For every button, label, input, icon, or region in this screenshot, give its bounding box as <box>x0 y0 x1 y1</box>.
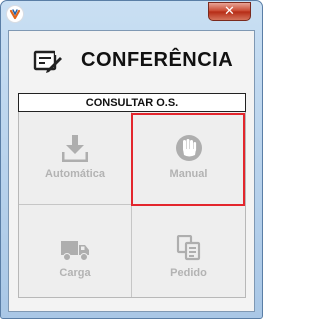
automatica-label: Automática <box>45 168 105 180</box>
close-button[interactable]: ✕ <box>208 2 251 21</box>
options-grid: Automática Manual Carga Pedido <box>18 112 246 298</box>
pedido-label: Pedido <box>170 267 207 279</box>
close-icon: ✕ <box>224 4 235 19</box>
pedido-button[interactable]: Pedido <box>132 205 245 297</box>
carga-button[interactable]: Carga <box>19 205 132 297</box>
header: CONFERÊNCIA <box>9 31 254 93</box>
form-edit-icon <box>33 48 63 78</box>
documents-icon <box>176 234 202 266</box>
truck-icon <box>60 240 90 267</box>
page-title: CONFERÊNCIA <box>81 49 234 71</box>
title-bar[interactable]: ✕ <box>1 1 262 29</box>
automatica-button[interactable]: Automática <box>19 112 132 205</box>
manual-button[interactable]: Manual <box>132 112 245 205</box>
carga-label: Carga <box>59 267 91 279</box>
app-logo-icon <box>7 6 23 22</box>
dialog-body: CONFERÊNCIA CONSULTAR O.S. Automática Ma… <box>8 30 255 312</box>
manual-label: Manual <box>169 168 208 180</box>
hand-stop-icon <box>175 134 203 167</box>
section-title-consultar-os: CONSULTAR O.S. <box>18 93 246 112</box>
download-icon <box>61 134 89 167</box>
conferencia-window: ✕ CONFERÊNCIA CONSULTAR O.S. Automática … <box>0 0 263 319</box>
